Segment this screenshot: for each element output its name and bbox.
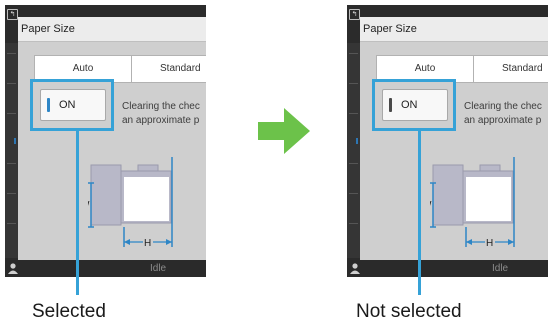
status-text: Idle bbox=[150, 263, 167, 274]
dialog-title: Paper Size bbox=[363, 23, 417, 35]
arrow-right-icon bbox=[258, 108, 310, 154]
paper-size-diagram: W H bbox=[88, 157, 173, 249]
back-icon[interactable]: ↰ bbox=[7, 9, 18, 20]
toggle-indicator-on bbox=[47, 98, 50, 112]
side-strip bbox=[347, 43, 360, 258]
tab-standard[interactable]: Standard bbox=[474, 56, 548, 82]
toggle-highlight-box: ON bbox=[30, 79, 114, 131]
status-text: Idle bbox=[492, 263, 509, 274]
width-label: W bbox=[430, 200, 432, 211]
dialog-title-bar: Paper Size bbox=[18, 17, 206, 42]
caption-not-selected: Not selected bbox=[356, 301, 462, 322]
back-icon[interactable]: ↰ bbox=[349, 9, 360, 20]
on-toggle-button[interactable]: ON bbox=[382, 89, 448, 121]
toggle-highlight-box: ON bbox=[372, 79, 456, 131]
paper-size-dialog: Paper Size Auto Standard Clearing the ch… bbox=[18, 17, 206, 269]
caption-selected: Selected bbox=[32, 301, 106, 322]
on-toggle-button[interactable]: ON bbox=[40, 89, 106, 121]
width-label: W bbox=[88, 200, 90, 211]
paper-size-diagram: W H bbox=[430, 157, 515, 249]
height-label: H bbox=[486, 238, 493, 249]
tab-standard[interactable]: Standard bbox=[132, 56, 206, 82]
status-bar: Idle bbox=[5, 260, 206, 277]
paper-size-dialog: Paper Size Auto Standard Clearing the ch… bbox=[360, 17, 548, 269]
status-bar: Idle bbox=[347, 260, 548, 277]
user-icon[interactable] bbox=[8, 263, 18, 274]
description-text: Clearing the chec an approximate p bbox=[122, 101, 200, 126]
toggle-label: ON bbox=[401, 99, 418, 111]
dialog-title: Paper Size bbox=[21, 23, 75, 35]
toggle-label: ON bbox=[59, 99, 76, 111]
description-text: Clearing the chec an approximate p bbox=[464, 101, 542, 126]
dialog-title-bar: Paper Size bbox=[360, 17, 548, 42]
user-icon[interactable] bbox=[350, 263, 360, 274]
toggle-indicator-off bbox=[389, 98, 392, 112]
screen-selected: ↰ Paper Size Auto Standard Clearing the … bbox=[5, 5, 206, 277]
height-label: H bbox=[144, 238, 151, 249]
callout-line-selected bbox=[76, 130, 79, 295]
side-strip bbox=[5, 43, 18, 258]
callout-line-not-selected bbox=[418, 130, 421, 295]
screen-not-selected: ↰ Paper Size Auto Standard Clearing the … bbox=[347, 5, 548, 277]
